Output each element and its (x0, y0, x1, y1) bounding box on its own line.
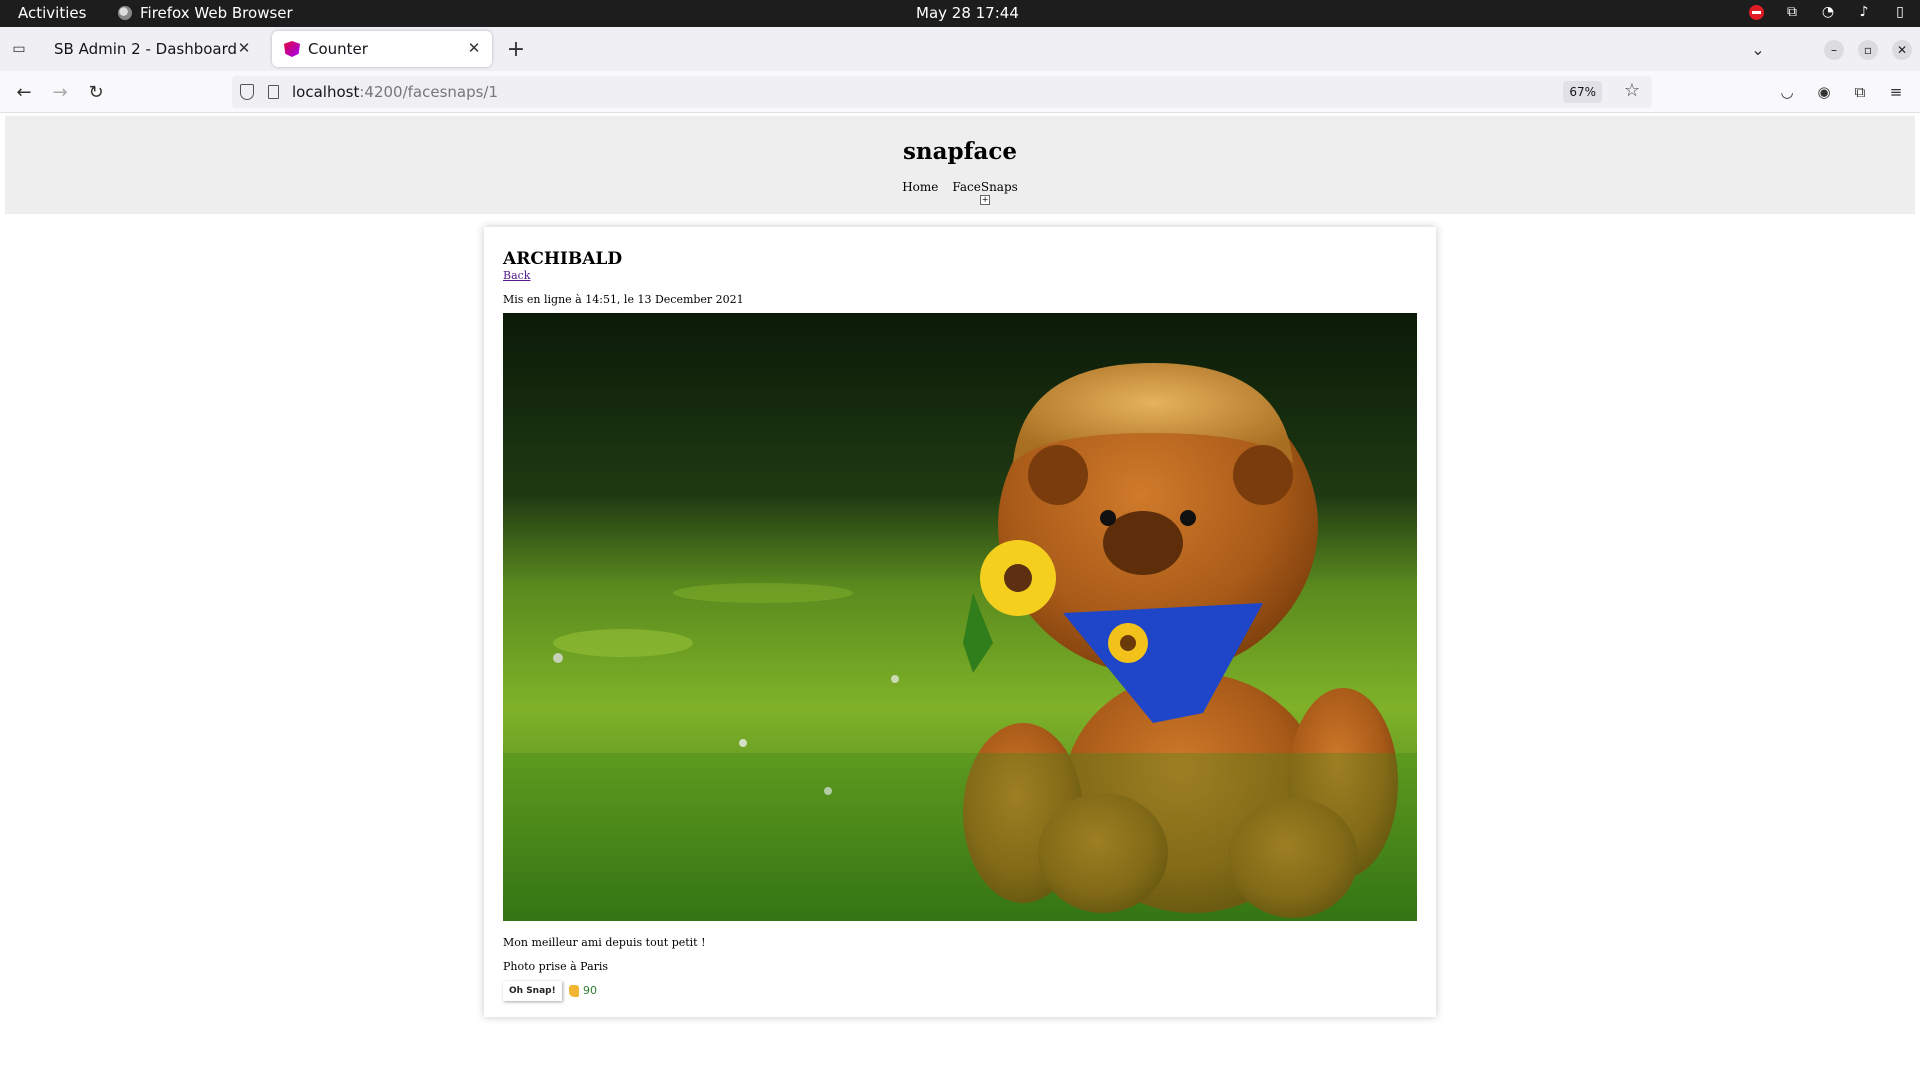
url-bar[interactable]: localhost:4200/facesnaps/1 67% ☆ (232, 76, 1652, 108)
app-menu[interactable]: Firefox Web Browser (118, 4, 293, 22)
thumbs-up-icon (569, 984, 579, 997)
close-icon[interactable]: ✕ (236, 39, 252, 57)
minimize-icon[interactable]: – (1824, 40, 1844, 60)
facesnap-location: Photo prise à Paris (503, 960, 609, 973)
facesnap-title: ARCHIBALD (503, 249, 623, 269)
facesnap-date: Mis en ligne à 14:51, le 13 December 202… (503, 293, 744, 306)
star-icon[interactable]: ☆ (1624, 80, 1640, 101)
oh-snap-button[interactable]: Oh Snap! (503, 981, 562, 1001)
tab-counter[interactable]: Counter ✕ (272, 31, 492, 67)
url-text[interactable]: localhost:4200/facesnaps/1 (292, 83, 498, 101)
screen-share-icon: ⧉ (1787, 4, 1797, 20)
app-name: Firefox Web Browser (140, 4, 293, 22)
site-title: snapface (902, 138, 1018, 165)
page-content: snapface Home FaceSnaps + ARCHIBALD Back… (0, 114, 1920, 1080)
clock[interactable]: May 28 17:44 (916, 4, 1019, 22)
wifi-icon: ◔ (1821, 4, 1835, 20)
navigation-bar: ← → ↻ localhost:4200/facesnaps/1 67% ☆ ◡… (0, 71, 1920, 113)
battery-icon: ▯ (1896, 4, 1904, 20)
new-facesnap-icon[interactable]: + (980, 195, 991, 205)
back-arrow-icon[interactable]: ← (12, 80, 36, 104)
extensions-icon[interactable]: ⧉ (1850, 82, 1870, 102)
url-host: localhost (292, 83, 360, 101)
activities-button[interactable]: Activities (18, 4, 86, 22)
site-nav: Home FaceSnaps + (5, 180, 1915, 205)
chevron-down-icon[interactable]: ⌄ (1748, 37, 1768, 61)
site-header: snapface Home FaceSnaps + (5, 116, 1915, 214)
shield-icon[interactable] (240, 84, 254, 100)
volume-icon: ♪ (1859, 4, 1869, 20)
reload-icon[interactable]: ↻ (84, 80, 108, 104)
firefox-icon (118, 6, 132, 20)
snaps-count: 90 (569, 984, 597, 997)
back-link[interactable]: Back (503, 269, 530, 282)
system-top-bar: Activities Firefox Web Browser May 28 17… (0, 0, 1920, 27)
nav-facesnaps-link[interactable]: FaceSnaps + (952, 180, 1018, 205)
facesnap-description: Mon meilleur ami depuis tout petit ! (503, 936, 706, 949)
tab-list-icon[interactable]: ▭ (8, 39, 30, 59)
menu-icon[interactable]: ≡ (1886, 82, 1906, 102)
close-window-icon[interactable]: ✕ (1892, 40, 1912, 60)
pocket-icon[interactable]: ◡ (1777, 82, 1797, 102)
facesnap-card: ARCHIBALD Back Mis en ligne à 14:51, le … (484, 227, 1436, 1017)
system-tray[interactable]: ⧉ ◔ ♪ ▯ (1749, 4, 1908, 20)
angular-icon (284, 41, 300, 57)
maximize-icon[interactable]: ▫ (1858, 40, 1878, 60)
forward-arrow-icon[interactable]: → (48, 80, 72, 104)
tab-title: Counter (308, 40, 368, 58)
account-icon[interactable]: ◉ (1814, 82, 1834, 102)
url-path: :4200/facesnaps/1 (359, 83, 499, 101)
do-not-disturb-icon (1749, 4, 1764, 20)
tab-title: SB Admin 2 - Dashboard (54, 40, 238, 58)
tab-strip: ▭ SB Admin 2 - Dashboard ✕ Counter ✕ + ⌄… (0, 27, 1920, 71)
nav-home-link[interactable]: Home (902, 180, 938, 194)
nav-facesnaps-label: FaceSnaps (952, 180, 1018, 194)
facesnap-image (503, 313, 1417, 921)
plus-icon[interactable]: + (504, 37, 528, 62)
page-icon[interactable] (268, 85, 279, 99)
zoom-indicator[interactable]: 67% (1563, 81, 1602, 103)
tab-sb-admin[interactable]: SB Admin 2 - Dashboard ✕ (42, 31, 262, 67)
close-icon[interactable]: ✕ (466, 39, 482, 57)
snaps-value: 90 (583, 984, 597, 997)
